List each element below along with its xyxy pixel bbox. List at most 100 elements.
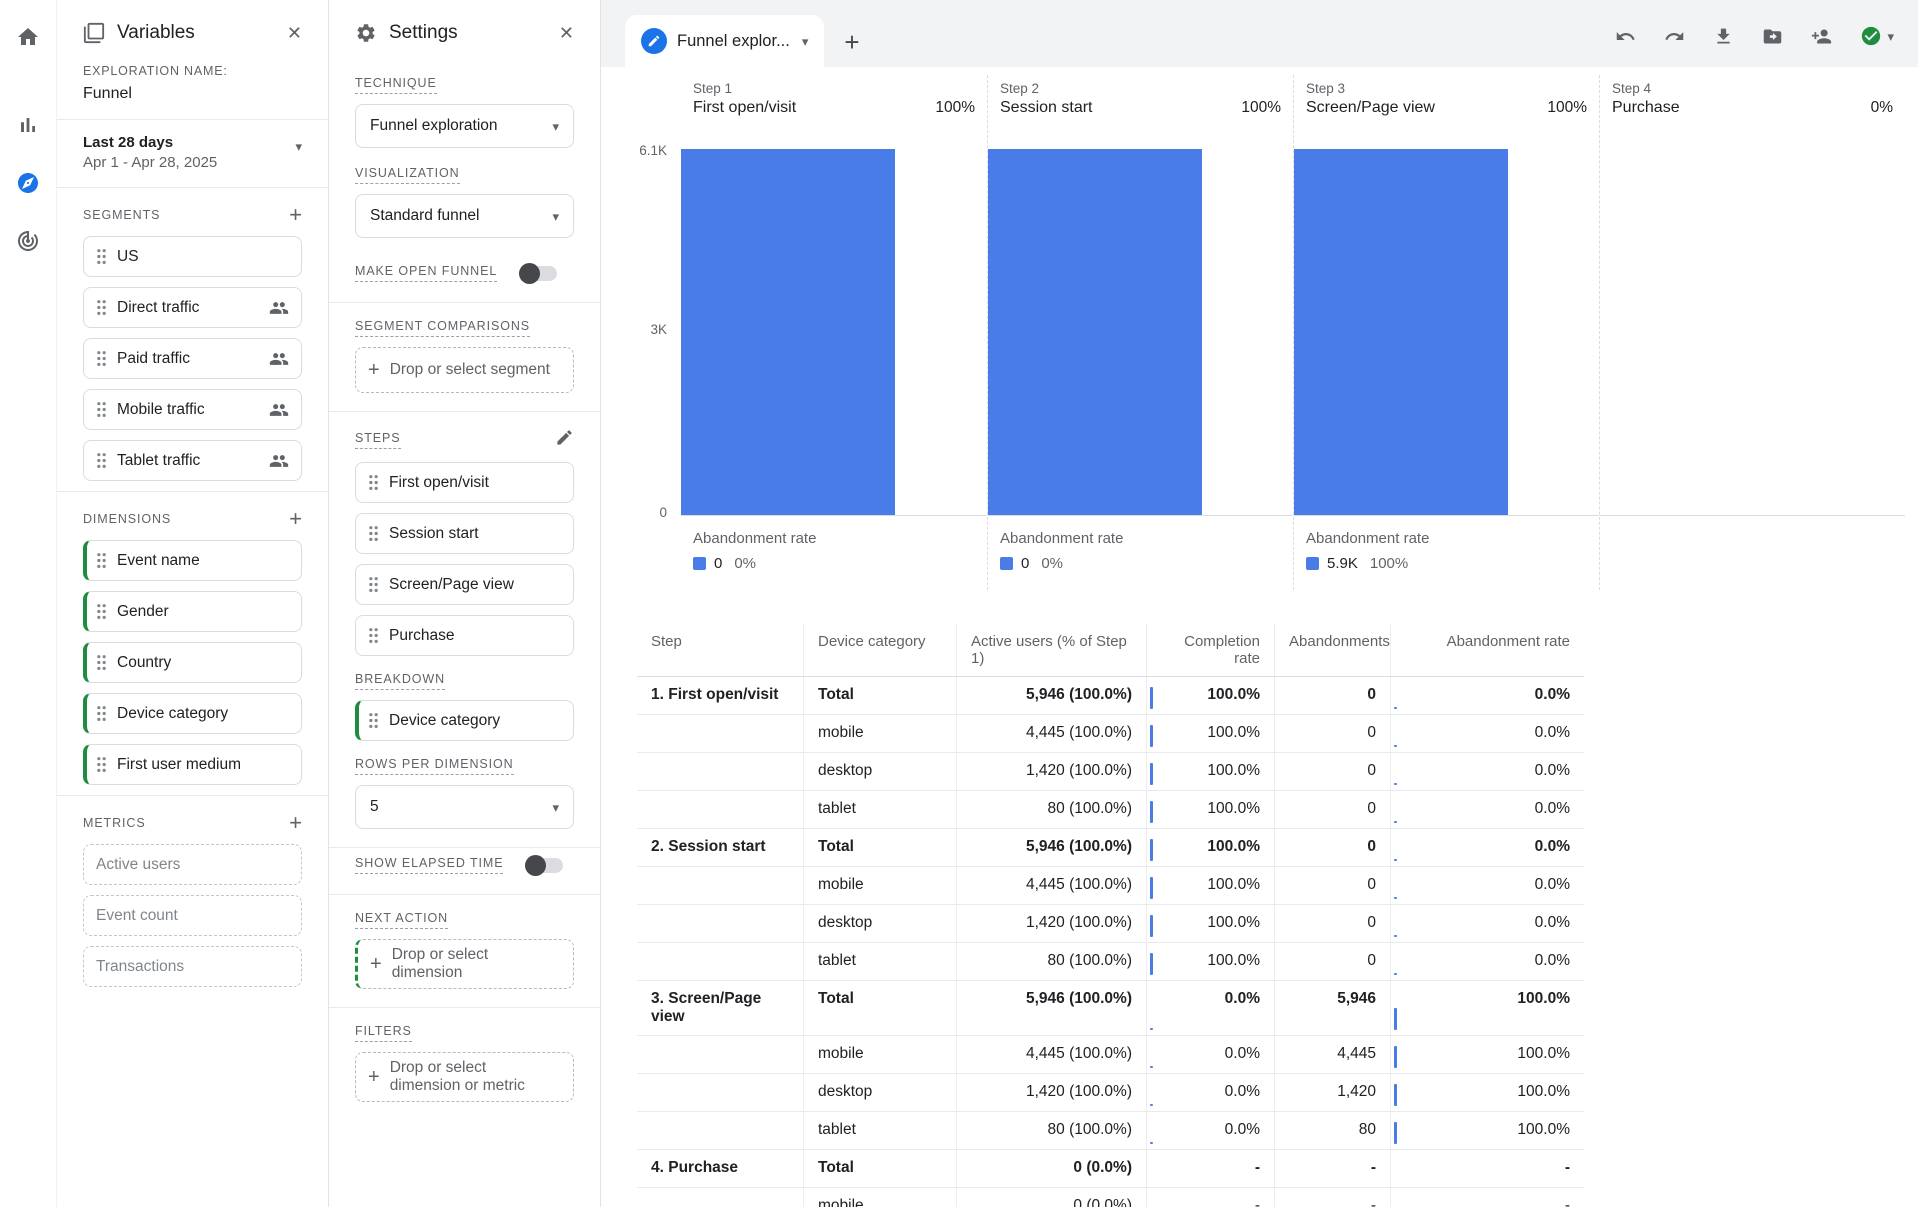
metric-chip[interactable]: Active users — [83, 844, 302, 885]
funnel-bar[interactable] — [681, 149, 895, 516]
divider — [57, 491, 328, 492]
legend-square-icon — [693, 557, 706, 570]
advertising-icon[interactable] — [13, 226, 43, 256]
rows-per-dimension-value: 5 — [370, 798, 379, 816]
export-icon[interactable] — [1762, 26, 1783, 47]
steps-label: STEPS — [355, 431, 401, 449]
abandonment-count: 5.9K — [1327, 555, 1358, 572]
segment-comparisons-label: SEGMENT COMPARISONS — [355, 319, 530, 337]
edit-steps-icon[interactable] — [555, 428, 574, 452]
step-chip[interactable]: Session start — [355, 513, 574, 554]
drag-handle-icon[interactable] — [96, 248, 107, 265]
dimension-chip[interactable]: Country — [83, 642, 302, 683]
chevron-down-icon: ▾ — [1887, 30, 1894, 43]
step-number: Step 3 — [1306, 81, 1587, 96]
share-person-add-icon[interactable] — [1811, 26, 1832, 47]
drag-handle-icon[interactable] — [368, 525, 379, 542]
step-chip-label: Purchase — [389, 627, 561, 645]
saved-status-button[interactable]: ▾ — [1860, 25, 1894, 47]
step-chip[interactable]: First open/visit — [355, 462, 574, 503]
completion-rate-cell: 100.0% — [1146, 715, 1274, 752]
drag-handle-icon[interactable] — [368, 712, 379, 729]
drag-handle-icon[interactable] — [96, 705, 107, 722]
elapsed-time-toggle[interactable] — [525, 858, 563, 873]
dimension-label: First user medium — [117, 756, 289, 774]
next-action-label: NEXT ACTION — [355, 911, 448, 929]
segment-dropzone[interactable]: + Drop or select segment — [355, 347, 574, 393]
funnel-bar[interactable] — [988, 149, 1202, 516]
segment-chip[interactable]: Paid traffic — [83, 338, 302, 379]
abandonment-rate-cell: 100.0% — [1390, 1112, 1584, 1149]
date-range-selector[interactable]: Last 28 days Apr 1 - Apr 28, 2025 ▾ — [57, 120, 328, 187]
segment-chip[interactable]: US — [83, 236, 302, 277]
metric-chip[interactable]: Event count — [83, 895, 302, 936]
dimension-chip[interactable]: Event name — [83, 540, 302, 581]
breakdown-chip[interactable]: Device category — [355, 700, 574, 741]
download-icon[interactable] — [1713, 26, 1734, 47]
add-segment-icon[interactable]: + — [289, 204, 302, 226]
drag-handle-icon[interactable] — [96, 350, 107, 367]
filters-dropzone[interactable]: + Drop or select dimension or metric — [355, 1052, 574, 1102]
tab-funnel-exploration[interactable]: Funnel explor... ▾ — [625, 15, 824, 67]
drag-handle-icon[interactable] — [96, 452, 107, 469]
metric-label: Event count — [96, 907, 289, 925]
chevron-down-icon: ▾ — [552, 210, 559, 223]
device-cell: Total — [803, 981, 956, 1035]
step-chip[interactable]: Screen/Page view — [355, 564, 574, 605]
drag-handle-icon[interactable] — [96, 654, 107, 671]
dimension-chip[interactable]: Device category — [83, 693, 302, 734]
metric-chip[interactable]: Transactions — [83, 946, 302, 987]
drag-handle-icon[interactable] — [96, 299, 107, 316]
redo-icon[interactable] — [1664, 26, 1685, 47]
add-metric-icon[interactable]: + — [289, 812, 302, 834]
table-row: 1. First open/visit Total 5,946 (100.0%)… — [637, 677, 1584, 715]
step-cell — [637, 715, 803, 752]
visualization-select[interactable]: Standard funnel ▾ — [355, 194, 574, 238]
segment-label: US — [117, 248, 259, 266]
technique-select[interactable]: Funnel exploration ▾ — [355, 104, 574, 148]
undo-icon[interactable] — [1615, 26, 1636, 47]
reports-icon[interactable] — [13, 110, 43, 140]
abandonments-cell: - — [1274, 1150, 1390, 1187]
divider — [329, 411, 600, 412]
home-icon[interactable] — [13, 22, 43, 52]
active-users-cell: 4,445 (100.0%) — [956, 1036, 1146, 1073]
active-users-cell: 0 (0.0%) — [956, 1150, 1146, 1187]
metrics-list: Active users Event count Transactions — [57, 844, 328, 987]
chevron-down-icon[interactable]: ▾ — [802, 35, 809, 48]
drag-handle-icon[interactable] — [368, 627, 379, 644]
settings-panel: Settings ✕ TECHNIQUE Funnel exploration … — [329, 0, 601, 1207]
add-dimension-icon[interactable]: + — [289, 508, 302, 530]
abandonments-cell: 0 — [1274, 753, 1390, 790]
step-completion-pct: 100% — [1241, 99, 1281, 117]
drag-handle-icon[interactable] — [96, 552, 107, 569]
drag-handle-icon[interactable] — [368, 474, 379, 491]
device-cell: Total — [803, 677, 956, 714]
open-funnel-toggle[interactable] — [519, 266, 557, 281]
explore-icon[interactable] — [13, 168, 43, 198]
new-tab-button[interactable]: + — [844, 29, 859, 55]
drag-handle-icon[interactable] — [96, 756, 107, 773]
technique-value: Funnel exploration — [370, 117, 498, 135]
funnel-step-column: Step 1 First open/visit 100% Abandonm — [681, 75, 987, 590]
drag-handle-icon[interactable] — [368, 576, 379, 593]
steps-list: First open/visit Session start Screen/Pa… — [329, 462, 600, 656]
segment-chip[interactable]: Tablet traffic — [83, 440, 302, 481]
funnel-columns: Step 1 First open/visit 100% Abandonm — [681, 75, 1918, 590]
close-icon[interactable]: ✕ — [559, 24, 574, 42]
next-action-dropzone[interactable]: + Drop or select dimension — [355, 939, 574, 989]
dimension-chip[interactable]: Gender — [83, 591, 302, 632]
step-cell: 4. Purchase — [637, 1150, 803, 1187]
funnel-bar[interactable] — [1294, 149, 1508, 516]
drag-handle-icon[interactable] — [96, 603, 107, 620]
drag-handle-icon[interactable] — [96, 401, 107, 418]
step-chip[interactable]: Purchase — [355, 615, 574, 656]
dimensions-list: Event name Gender Country — [57, 540, 328, 785]
close-icon[interactable]: ✕ — [287, 24, 302, 42]
exploration-name-value[interactable]: Funnel — [83, 85, 302, 103]
active-users-cell: 1,420 (100.0%) — [956, 753, 1146, 790]
dimension-chip[interactable]: First user medium — [83, 744, 302, 785]
rows-per-dimension-select[interactable]: 5 ▾ — [355, 785, 574, 829]
segment-chip[interactable]: Direct traffic — [83, 287, 302, 328]
segment-chip[interactable]: Mobile traffic — [83, 389, 302, 430]
